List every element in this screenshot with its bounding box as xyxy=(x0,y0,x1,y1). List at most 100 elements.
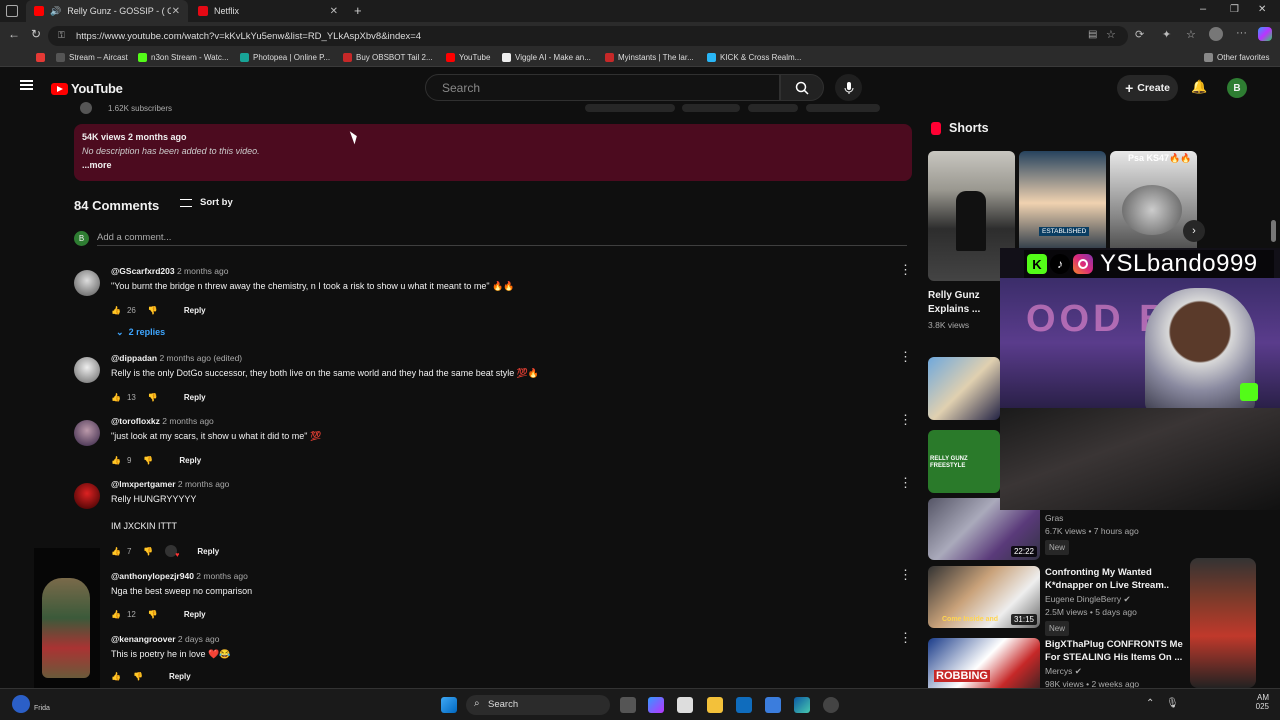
thumbs-up-icon[interactable]: 👍 xyxy=(111,547,121,556)
comment-handle[interactable]: @kenangroover xyxy=(111,634,176,644)
favorite-star-icon[interactable]: ☆ xyxy=(1106,28,1116,41)
youtube-logo[interactable]: YouTube xyxy=(51,81,123,96)
sort-by-button[interactable]: Sort by xyxy=(180,197,233,208)
thumbs-up-icon[interactable]: 👍 xyxy=(111,393,121,402)
thumbs-up-icon[interactable]: 👍 xyxy=(111,610,121,619)
video-title[interactable]: Confronting My Wanted K*dnapper on Live … xyxy=(1045,566,1195,592)
weather-widget-icon[interactable] xyxy=(12,695,30,713)
search-input[interactable]: Search xyxy=(425,74,780,101)
video-channel[interactable]: Mercys xyxy=(1045,666,1072,676)
outlook-icon[interactable] xyxy=(736,697,752,713)
microphone-tray-icon[interactable]: 🎙 xyxy=(1166,698,1179,709)
create-button[interactable]: + Create xyxy=(1117,75,1178,101)
commenter-avatar[interactable] xyxy=(74,270,100,296)
bookmark-item[interactable]: YouTube xyxy=(446,53,490,62)
comment-handle[interactable]: @anthonylopezjr940 xyxy=(111,571,194,581)
close-window-icon[interactable]: ✕ xyxy=(1258,4,1266,15)
refresh-icon[interactable]: ↻ xyxy=(31,27,41,41)
commenter-avatar[interactable] xyxy=(74,483,100,509)
comment-menu-icon[interactable]: ⋮ xyxy=(899,567,912,583)
profile-avatar[interactable] xyxy=(1209,27,1223,41)
comment-handle[interactable]: @GScarfxrd203 xyxy=(111,266,175,276)
copilot-taskbar-icon[interactable] xyxy=(648,697,664,713)
commenter-avatar[interactable] xyxy=(74,357,100,383)
comment-menu-icon[interactable]: ⋮ xyxy=(899,630,912,646)
windows-start-icon[interactable] xyxy=(441,697,457,713)
reply-button[interactable]: Reply xyxy=(184,610,206,619)
reply-button[interactable]: Reply xyxy=(179,456,201,465)
reply-button[interactable]: Reply xyxy=(184,393,206,402)
comment-menu-icon[interactable]: ⋮ xyxy=(899,349,912,365)
share-button[interactable] xyxy=(682,104,740,112)
comment-handle[interactable]: @torofloxkz xyxy=(111,416,160,426)
shorts-next-button[interactable]: › xyxy=(1183,220,1205,242)
comment-menu-icon[interactable]: ⋮ xyxy=(899,475,912,491)
more-menu-icon[interactable]: ··· xyxy=(1236,27,1247,39)
search-button[interactable] xyxy=(780,74,824,101)
video-thumbnail[interactable] xyxy=(928,357,1000,420)
thumbs-down-icon[interactable]: 👎 xyxy=(148,393,158,402)
video-description-box[interactable]: 54K views 2 months ago No description ha… xyxy=(74,124,912,181)
download-button[interactable] xyxy=(748,104,798,112)
bookmark-item[interactable]: KICK & Cross Realm... xyxy=(707,53,801,62)
video-channel[interactable]: Gras xyxy=(1045,512,1195,525)
short-title[interactable]: Relly Gunz Explains ... xyxy=(928,289,998,317)
favorites-icon[interactable]: ☆ xyxy=(1186,28,1196,41)
copilot-icon[interactable] xyxy=(1258,27,1272,41)
reply-button[interactable]: Reply xyxy=(169,672,191,681)
tab-youtube[interactable]: 🔊 Relly Gunz - GOSSIP - ( Offic ✕ xyxy=(26,0,188,22)
reply-button[interactable]: Reply xyxy=(184,306,206,315)
bookmark-item[interactable]: Buy OBSBOT Tail 2... xyxy=(343,53,433,62)
bookmark-item[interactable]: Viggle AI - Make an... xyxy=(502,53,591,62)
comment-menu-icon[interactable]: ⋮ xyxy=(899,262,912,278)
task-view-icon[interactable] xyxy=(620,697,636,713)
reply-button[interactable]: Reply xyxy=(197,547,219,556)
bookmark-item[interactable]: Myinstants | The lar... xyxy=(605,53,694,62)
thumbs-down-icon[interactable]: 👎 xyxy=(148,610,158,619)
other-favorites[interactable]: Other favorites xyxy=(1204,53,1269,62)
bookmark-folder-icon[interactable] xyxy=(36,53,49,62)
comment-menu-icon[interactable]: ⋮ xyxy=(899,412,912,428)
account-avatar[interactable]: B xyxy=(1227,78,1247,98)
thumbs-up-icon[interactable]: 👍 xyxy=(111,306,121,315)
thumbs-down-icon[interactable]: 👎 xyxy=(133,672,143,681)
channel-avatar[interactable] xyxy=(80,102,92,114)
thumbs-down-icon[interactable]: 👎 xyxy=(143,456,153,465)
new-tab-icon[interactable]: + xyxy=(354,3,362,18)
thumbs-down-icon[interactable]: 👎 xyxy=(148,306,158,315)
comment-handle[interactable]: @dippadan xyxy=(111,353,157,363)
obs-icon[interactable] xyxy=(823,697,839,713)
maximize-icon[interactable]: ❐ xyxy=(1230,4,1239,15)
thumbs-down-icon[interactable]: 👎 xyxy=(143,547,153,556)
notifications-bell-icon[interactable]: 🔔 xyxy=(1191,79,1207,95)
edge-browser-icon[interactable] xyxy=(794,697,810,713)
video-channel[interactable]: Eugene DingleBerry xyxy=(1045,594,1121,604)
like-dislike-button[interactable] xyxy=(585,104,675,112)
show-more-link[interactable]: ...more xyxy=(82,160,904,170)
reader-mode-icon[interactable]: ▤ xyxy=(1088,29,1097,40)
bookmark-item[interactable]: n3on Stream - Watc... xyxy=(138,53,229,62)
tab-actions-icon[interactable] xyxy=(6,5,18,17)
taskbar-search[interactable]: ⌕ Search xyxy=(466,695,610,715)
comment-handle[interactable]: @lmxpertgamer xyxy=(111,479,176,489)
close-tab-icon[interactable]: ✕ xyxy=(172,6,180,17)
extensions-icon[interactable]: ⟳ xyxy=(1135,28,1144,41)
video-thumbnail[interactable]: RELLY GUNZ FREESTYLE xyxy=(928,430,1000,493)
page-scrollbar-thumb[interactable] xyxy=(1271,220,1276,242)
back-icon[interactable]: ← xyxy=(8,27,20,41)
address-bar[interactable]: ⚿ https://www.youtube.com/watch?v=kKvLkY… xyxy=(48,26,1128,46)
store-icon[interactable] xyxy=(677,697,693,713)
view-replies-button[interactable]: ⌄ 2 replies xyxy=(116,327,165,338)
video-thumbnail[interactable]: Come Inside and 31:15 xyxy=(928,566,1040,628)
system-tray-chevron-icon[interactable]: ⌃ xyxy=(1146,698,1154,709)
minimize-icon[interactable]: – xyxy=(1200,3,1206,15)
photos-icon[interactable] xyxy=(765,697,781,713)
speaker-icon[interactable]: 🔊 xyxy=(50,6,61,17)
extension-puzzle-icon[interactable]: ✦ xyxy=(1162,28,1171,41)
close-tab-icon[interactable]: ✕ xyxy=(330,6,338,17)
add-comment-input[interactable]: Add a comment... xyxy=(97,232,907,246)
bookmark-item[interactable]: Stream – Aircast xyxy=(56,53,128,62)
bookmark-item[interactable]: Photopea | Online P... xyxy=(240,53,330,62)
video-title[interactable]: BigXThaPlug CONFRONTS Me For STEALING Hi… xyxy=(1045,638,1195,664)
thumbs-up-icon[interactable]: 👍 xyxy=(111,672,121,681)
